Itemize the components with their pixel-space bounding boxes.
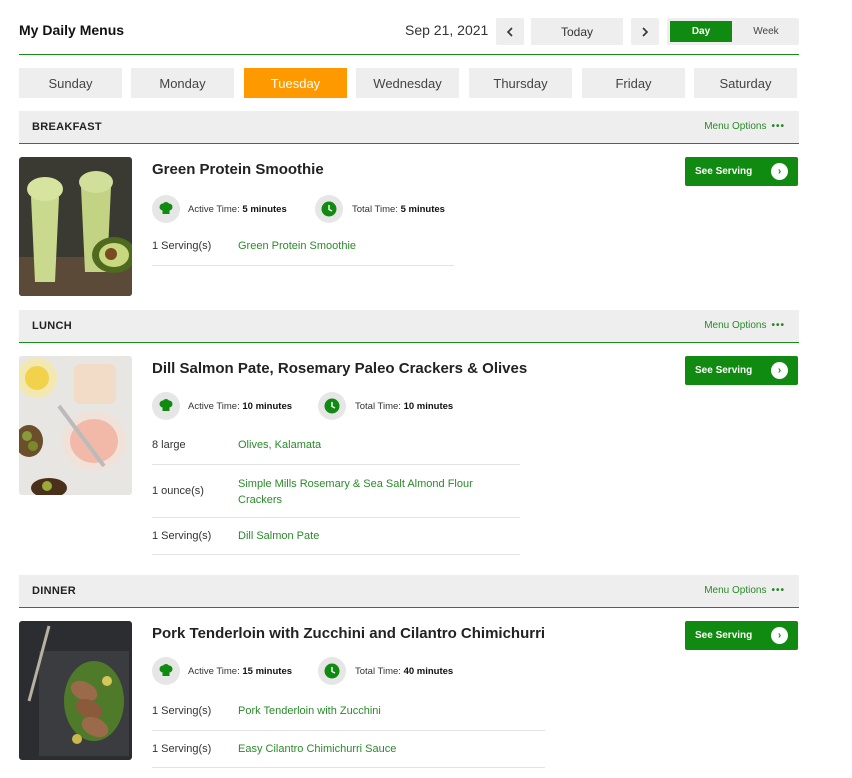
view-week-button[interactable]: Week [735, 21, 797, 42]
recipe-times: Active Time: 15 minutes Total Time: 40 m… [152, 657, 652, 685]
more-dots-icon: ••• [771, 320, 785, 331]
ingredient-link[interactable]: Green Protein Smoothie [238, 240, 356, 252]
chevron-right-icon: › [771, 362, 788, 379]
tab-wednesday[interactable]: Wednesday [356, 68, 459, 98]
tab-saturday[interactable]: Saturday [694, 68, 797, 98]
recipe-times: Active Time: 10 minutes Total Time: 10 m… [152, 392, 652, 420]
clock-icon [315, 195, 343, 223]
menu-options-label: Menu Options [704, 585, 767, 596]
recipe-image[interactable] [19, 356, 132, 495]
ingredient-link[interactable]: Olives, Kalamata [238, 439, 321, 451]
see-serving-label: See Serving [695, 365, 753, 376]
total-time: Total Time: 10 minutes [355, 401, 454, 412]
see-serving-label: See Serving [695, 166, 753, 177]
list-item: 1 Serving(s) Pork Tenderloin with Zucchi… [152, 693, 545, 731]
see-serving-button[interactable]: See Serving › [685, 356, 798, 385]
next-day-button[interactable] [631, 18, 659, 45]
tab-monday[interactable]: Monday [131, 68, 234, 98]
active-time: Active Time: 5 minutes [188, 204, 287, 215]
chevron-right-icon [642, 26, 649, 37]
clock-icon [318, 392, 346, 420]
meal-bar-lunch: LUNCH Menu Options ••• [19, 310, 799, 343]
ingredient-qty: 1 ounce(s) [152, 485, 204, 497]
ingredient-qty: 1 Serving(s) [152, 705, 212, 717]
chevron-right-icon: › [771, 627, 788, 644]
header: My Daily Menus Sep 21, 2021 Today Day We… [19, 0, 799, 55]
list-item: 1 Serving(s) Dill Salmon Pate [152, 518, 520, 555]
list-item: 1 Serving(s) Green Protein Smoothie [152, 227, 454, 266]
meal-bar-breakfast: BREAKFAST Menu Options ••• [19, 111, 799, 144]
view-day-button[interactable]: Day [670, 21, 732, 42]
tab-friday[interactable]: Friday [582, 68, 685, 98]
total-time: Total Time: 40 minutes [355, 666, 454, 677]
ingredient-qty: 1 Serving(s) [152, 240, 212, 252]
ingredient-list: 8 large Olives, Kalamata 1 ounce(s) Simp… [152, 427, 520, 555]
ingredient-link[interactable]: Simple Mills Rosemary & Sea Salt Almond … [238, 476, 508, 508]
menu-options-link[interactable]: Menu Options ••• [704, 585, 785, 596]
menu-options-label: Menu Options [704, 121, 767, 132]
meal-name: LUNCH [32, 320, 72, 332]
see-serving-label: See Serving [695, 630, 753, 641]
daily-menus-page: My Daily Menus Sep 21, 2021 Today Day We… [19, 0, 799, 768]
recipe-image[interactable] [19, 621, 132, 760]
ingredient-qty: 8 large [152, 439, 186, 451]
recipe-title[interactable]: Pork Tenderloin with Zucchini and Cilant… [152, 625, 545, 642]
day-tabs: Sunday Monday Tuesday Wednesday Thursday… [19, 68, 799, 98]
chef-hat-icon [152, 195, 180, 223]
ingredient-link[interactable]: Dill Salmon Pate [238, 530, 319, 542]
total-time: Total Time: 5 minutes [352, 204, 445, 215]
tab-tuesday[interactable]: Tuesday [244, 68, 347, 98]
chevron-left-icon [506, 26, 513, 37]
active-time: Active Time: 10 minutes [188, 401, 293, 412]
ingredient-link[interactable]: Pork Tenderloin with Zucchini [238, 705, 381, 717]
tab-thursday[interactable]: Thursday [469, 68, 572, 98]
recipe-title[interactable]: Green Protein Smoothie [152, 161, 324, 178]
active-time: Active Time: 15 minutes [188, 666, 293, 677]
more-dots-icon: ••• [771, 585, 785, 596]
list-item: 1 ounce(s) Simple Mills Rosemary & Sea S… [152, 465, 520, 518]
list-item: 1 Serving(s) Easy Cilantro Chimichurri S… [152, 731, 545, 768]
meal-name: BREAKFAST [32, 121, 102, 133]
meal-bar-dinner: DINNER Menu Options ••• [19, 575, 799, 608]
chef-hat-icon [152, 657, 180, 685]
ingredient-qty: 1 Serving(s) [152, 743, 212, 755]
chevron-right-icon: › [771, 163, 788, 180]
menu-options-link[interactable]: Menu Options ••• [704, 121, 785, 132]
recipe-card-dinner: Pork Tenderloin with Zucchini and Cilant… [19, 621, 799, 771]
previous-day-button[interactable] [496, 18, 524, 45]
ingredient-link[interactable]: Easy Cilantro Chimichurri Sauce [238, 743, 396, 755]
meal-name: DINNER [32, 585, 76, 597]
chef-hat-icon [152, 392, 180, 420]
recipe-times: Active Time: 5 minutes Total Time: 5 min… [152, 195, 652, 223]
current-date: Sep 21, 2021 [405, 22, 489, 38]
page-title: My Daily Menus [19, 22, 125, 38]
recipe-title[interactable]: Dill Salmon Pate, Rosemary Paleo Cracker… [152, 360, 527, 377]
recipe-image[interactable] [19, 157, 132, 296]
see-serving-button[interactable]: See Serving › [685, 157, 798, 186]
today-button[interactable]: Today [531, 18, 623, 45]
ingredient-list: 1 Serving(s) Pork Tenderloin with Zucchi… [152, 693, 545, 768]
more-dots-icon: ••• [771, 121, 785, 132]
see-serving-button[interactable]: See Serving › [685, 621, 798, 650]
menu-options-link[interactable]: Menu Options ••• [704, 320, 785, 331]
ingredient-list: 1 Serving(s) Green Protein Smoothie [152, 227, 454, 266]
tab-sunday[interactable]: Sunday [19, 68, 122, 98]
list-item: 8 large Olives, Kalamata [152, 427, 520, 465]
view-toggle: Day Week [667, 18, 799, 45]
recipe-card-lunch: Dill Salmon Pate, Rosemary Paleo Cracker… [19, 356, 799, 556]
recipe-card-breakfast: Green Protein Smoothie See Serving › Act… [19, 157, 799, 297]
clock-icon [318, 657, 346, 685]
ingredient-qty: 1 Serving(s) [152, 530, 212, 542]
menu-options-label: Menu Options [704, 320, 767, 331]
